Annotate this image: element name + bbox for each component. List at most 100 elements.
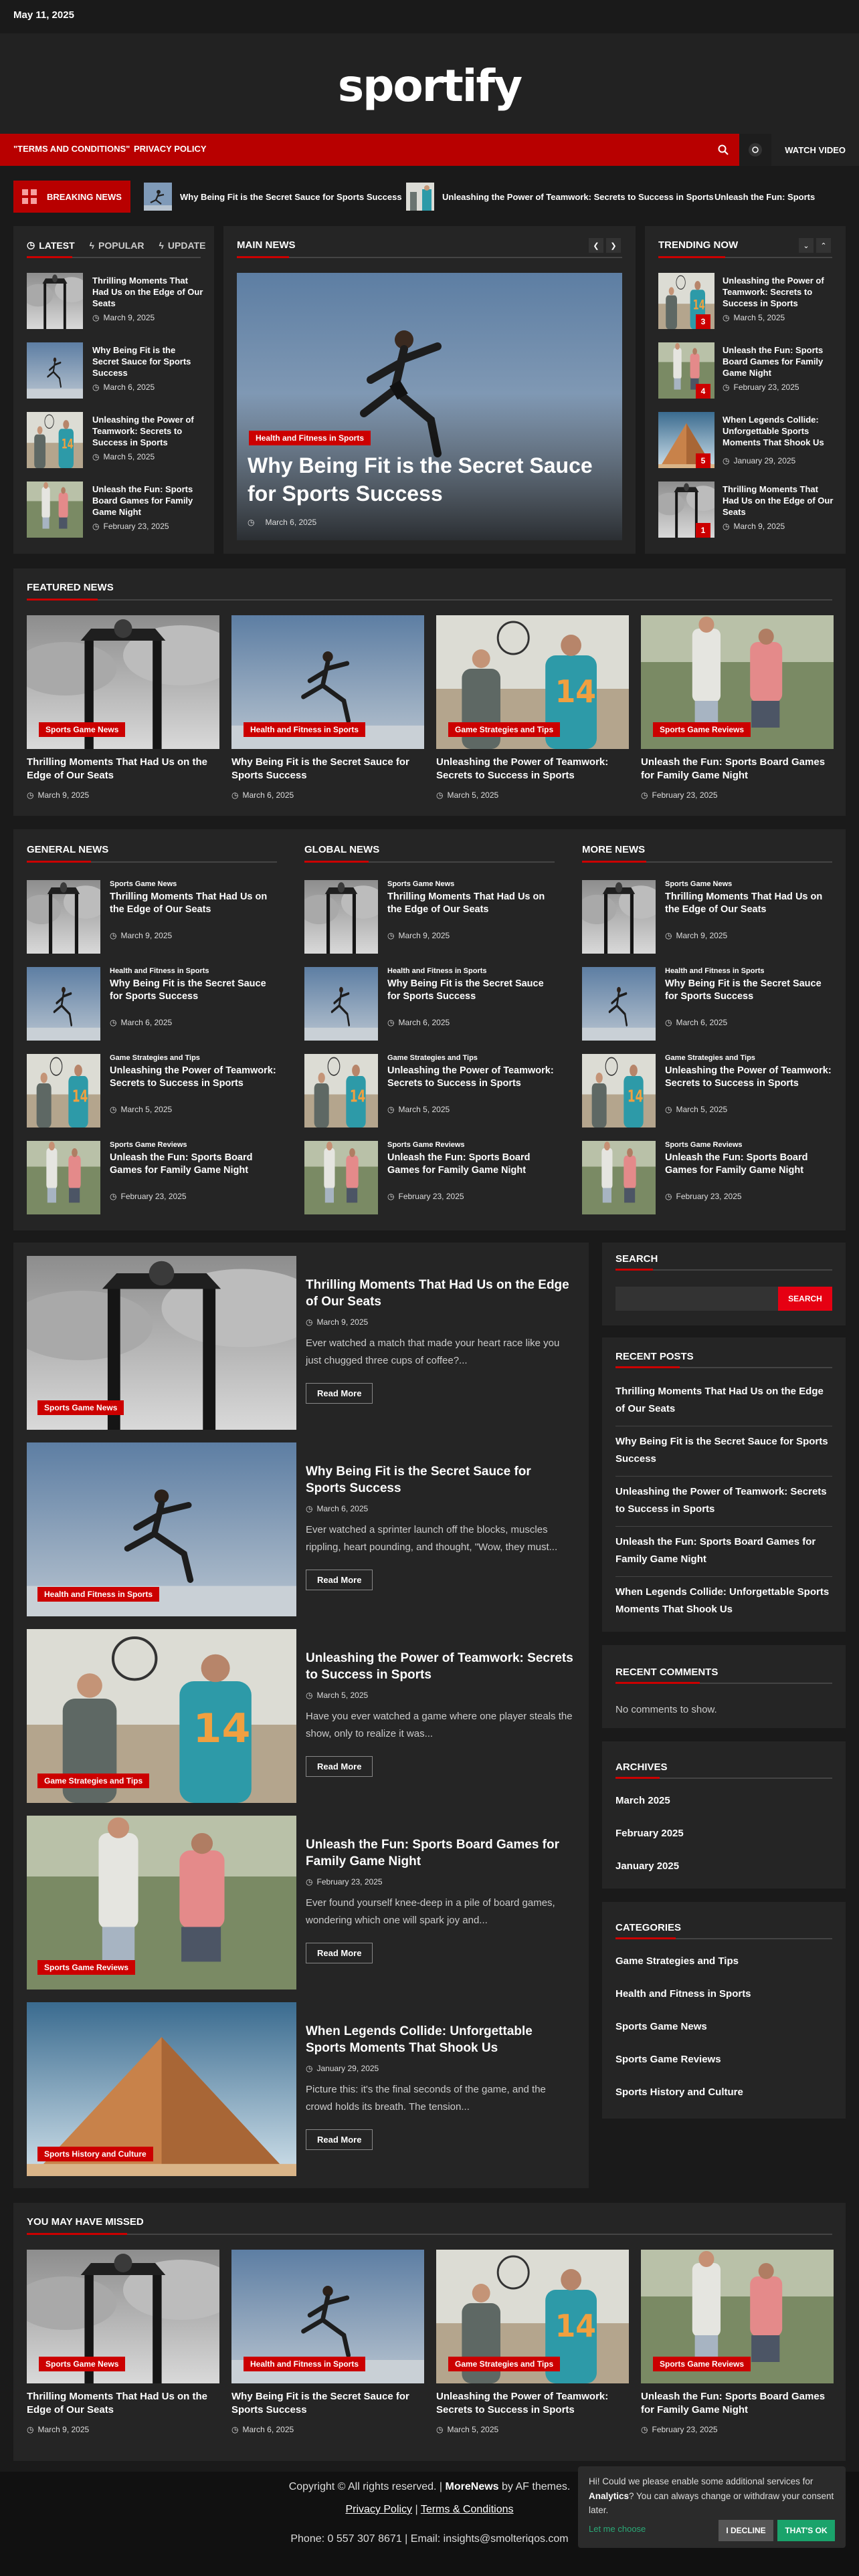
post-title[interactable]: Unleash the Fun: Sports Board Games for …: [387, 1152, 555, 1177]
post-title[interactable]: Why Being Fit is the Secret Sauce for Sp…: [387, 978, 555, 1003]
site-logo[interactable]: sportify: [0, 60, 859, 112]
post-title[interactable]: Unleash the Fun: Sports Board Games for …: [92, 484, 203, 518]
recent-post-link[interactable]: Thrilling Moments That Had Us on the Edg…: [615, 1383, 832, 1418]
category-label[interactable]: Sports Game Reviews: [110, 1141, 187, 1149]
thumbnail[interactable]: 14: [304, 1054, 378, 1128]
post-title[interactable]: Unleash the Fun: Sports Board Games for …: [665, 1152, 832, 1177]
breaking-item[interactable]: Why Being Fit is the Secret Sauce for Sp…: [144, 181, 402, 213]
theme-link[interactable]: MoreNews: [446, 2481, 499, 2492]
post-title[interactable]: Unleashing the Power of Teamwork: Secret…: [436, 756, 626, 782]
search-input[interactable]: [615, 1287, 778, 1311]
thumbnail[interactable]: [582, 1141, 656, 1214]
post-title[interactable]: Unleashing the Power of Teamwork: Secret…: [110, 1065, 277, 1090]
post-title[interactable]: Unleash the Fun: Sports Board Games for …: [306, 1837, 573, 1870]
category-link[interactable]: Sports History and Culture: [615, 2084, 743, 2101]
post-title[interactable]: Unleash the Fun: Sports Board Games for …: [641, 756, 831, 782]
read-more-button[interactable]: Read More: [306, 2129, 373, 2150]
archive-link[interactable]: February 2025: [615, 1825, 684, 1842]
breaking-item[interactable]: Unleash the Fun: Sports: [714, 181, 815, 213]
category-label[interactable]: Health and Fitness in Sports: [387, 967, 487, 975]
category-badge[interactable]: Sports Game Reviews: [653, 722, 751, 737]
post-title[interactable]: Why Being Fit is the Secret Sauce for Sp…: [306, 1464, 573, 1497]
post-title[interactable]: Unleashing the Power of Teamwork: Secret…: [723, 276, 834, 310]
breaking-item[interactable]: Unleashing the Power of Teamwork: Secret…: [406, 181, 714, 213]
category-badge[interactable]: Health and Fitness in Sports: [244, 2357, 366, 2371]
read-more-button[interactable]: Read More: [306, 1383, 373, 1404]
privacy-policy-link[interactable]: Privacy Policy: [345, 2504, 412, 2515]
search-icon[interactable]: [707, 134, 739, 166]
thumbnail[interactable]: 14: [27, 412, 83, 468]
post-title[interactable]: Thrilling Moments That Had Us on the Edg…: [92, 276, 203, 310]
category-link[interactable]: Sports Game Reviews: [615, 2051, 721, 2068]
thumbnail[interactable]: [27, 481, 83, 538]
category-link[interactable]: Sports Game News: [615, 2018, 707, 2036]
archive-link[interactable]: March 2025: [615, 1792, 670, 1810]
category-badge[interactable]: Game Strategies and Tips: [37, 1774, 150, 1788]
next-arrow-icon[interactable]: ❯: [606, 238, 621, 253]
nav-privacy-link[interactable]: PRIVACY POLICY: [134, 144, 207, 154]
category-badge[interactable]: Health and Fitness in Sports: [249, 431, 371, 445]
category-label[interactable]: Sports Game News: [387, 880, 454, 888]
post-title[interactable]: Why Being Fit is the Secret Sauce for Sp…: [110, 978, 277, 1003]
post-title[interactable]: When Legends Collide: Unforgettable Spor…: [723, 415, 834, 449]
read-more-button[interactable]: Read More: [306, 1570, 373, 1590]
thumbnail[interactable]: [27, 880, 100, 954]
recent-post-link[interactable]: When Legends Collide: Unforgettable Spor…: [615, 1584, 832, 1619]
category-label[interactable]: Health and Fitness in Sports: [665, 967, 765, 975]
category-badge[interactable]: Sports Game News: [39, 722, 126, 737]
category-badge[interactable]: Health and Fitness in Sports: [244, 722, 366, 737]
category-badge[interactable]: Sports Game Reviews: [37, 1960, 136, 1975]
post-title[interactable]: Why Being Fit is the Secret Sauce for Sp…: [665, 978, 832, 1003]
category-badge[interactable]: Health and Fitness in Sports: [37, 1587, 160, 1602]
nav-terms-link[interactable]: "TERMS AND CONDITIONS": [13, 144, 130, 154]
category-label[interactable]: Game Strategies and Tips: [665, 1054, 755, 1062]
thumbnail[interactable]: [304, 967, 378, 1041]
decline-button[interactable]: I DECLINE: [719, 2520, 773, 2541]
archive-link[interactable]: January 2025: [615, 1858, 679, 1875]
watch-video-button[interactable]: WATCH VIDEO: [771, 134, 859, 166]
category-badge[interactable]: Sports History and Culture: [37, 2147, 153, 2161]
category-label[interactable]: Sports Game Reviews: [665, 1141, 743, 1149]
category-badge[interactable]: Game Strategies and Tips: [448, 722, 561, 737]
category-badge[interactable]: Sports Game Reviews: [653, 2357, 751, 2371]
tab-update[interactable]: ϟ UPDATE: [159, 239, 206, 251]
read-more-button[interactable]: Read More: [306, 1943, 373, 1963]
post-title[interactable]: Unleash the Fun: Sports Board Games for …: [110, 1152, 277, 1177]
category-label[interactable]: Sports Game News: [110, 880, 177, 888]
chevron-down-icon[interactable]: ⌄: [799, 238, 814, 253]
let-me-choose-link[interactable]: Let me choose: [589, 2524, 646, 2534]
category-label[interactable]: Game Strategies and Tips: [387, 1054, 478, 1062]
category-link[interactable]: Game Strategies and Tips: [615, 1953, 739, 1970]
post-title[interactable]: Unleashing the Power of Teamwork: Secret…: [306, 1650, 573, 1683]
post-title[interactable]: Thrilling Moments That Had Us on the Edg…: [387, 891, 555, 916]
category-link[interactable]: Health and Fitness in Sports: [615, 1985, 751, 2003]
dark-mode-toggle[interactable]: [739, 134, 772, 166]
post-title[interactable]: Unleashing the Power of Teamwork: Secret…: [92, 415, 203, 449]
recent-post-link[interactable]: Unleash the Fun: Sports Board Games for …: [615, 1533, 832, 1569]
post-title[interactable]: Unleashing the Power of Teamwork: Secret…: [387, 1065, 555, 1090]
post-title[interactable]: Thrilling Moments That Had Us on the Edg…: [665, 891, 832, 916]
post-title[interactable]: Thrilling Moments That Had Us on the Edg…: [27, 2390, 217, 2416]
category-badge[interactable]: Sports Game News: [37, 1400, 124, 1415]
post-title[interactable]: Unleashing the Power of Teamwork: Secret…: [436, 2390, 626, 2416]
tab-popular[interactable]: ϟ POPULAR: [90, 239, 145, 251]
thumbnail[interactable]: [27, 967, 100, 1041]
search-button[interactable]: SEARCH: [778, 1287, 832, 1311]
thumbnail[interactable]: [27, 273, 83, 329]
post-title[interactable]: Thrilling Moments That Had Us on the Edg…: [723, 484, 834, 518]
category-label[interactable]: Game Strategies and Tips: [110, 1054, 200, 1062]
post-title[interactable]: Thrilling Moments That Had Us on the Edg…: [27, 756, 217, 782]
prev-arrow-icon[interactable]: ❮: [589, 238, 603, 253]
post-title[interactable]: Unleashing the Power of Teamwork: Secret…: [665, 1065, 832, 1090]
thumbnail[interactable]: 14: [582, 1054, 656, 1128]
thumbnail[interactable]: [582, 967, 656, 1041]
thumbnail[interactable]: [304, 880, 378, 954]
recent-post-link[interactable]: Why Being Fit is the Secret Sauce for Sp…: [615, 1433, 832, 1469]
thumbnail[interactable]: [582, 880, 656, 954]
thumbnail[interactable]: [27, 1141, 100, 1214]
recent-post-link[interactable]: Unleashing the Power of Teamwork: Secret…: [615, 1483, 832, 1519]
main-news-title[interactable]: Why Being Fit is the Secret Sauce for Sp…: [248, 452, 595, 508]
thumbnail[interactable]: [27, 342, 83, 399]
read-more-button[interactable]: Read More: [306, 1756, 373, 1777]
tab-latest[interactable]: ◷ LATEST: [27, 239, 75, 251]
